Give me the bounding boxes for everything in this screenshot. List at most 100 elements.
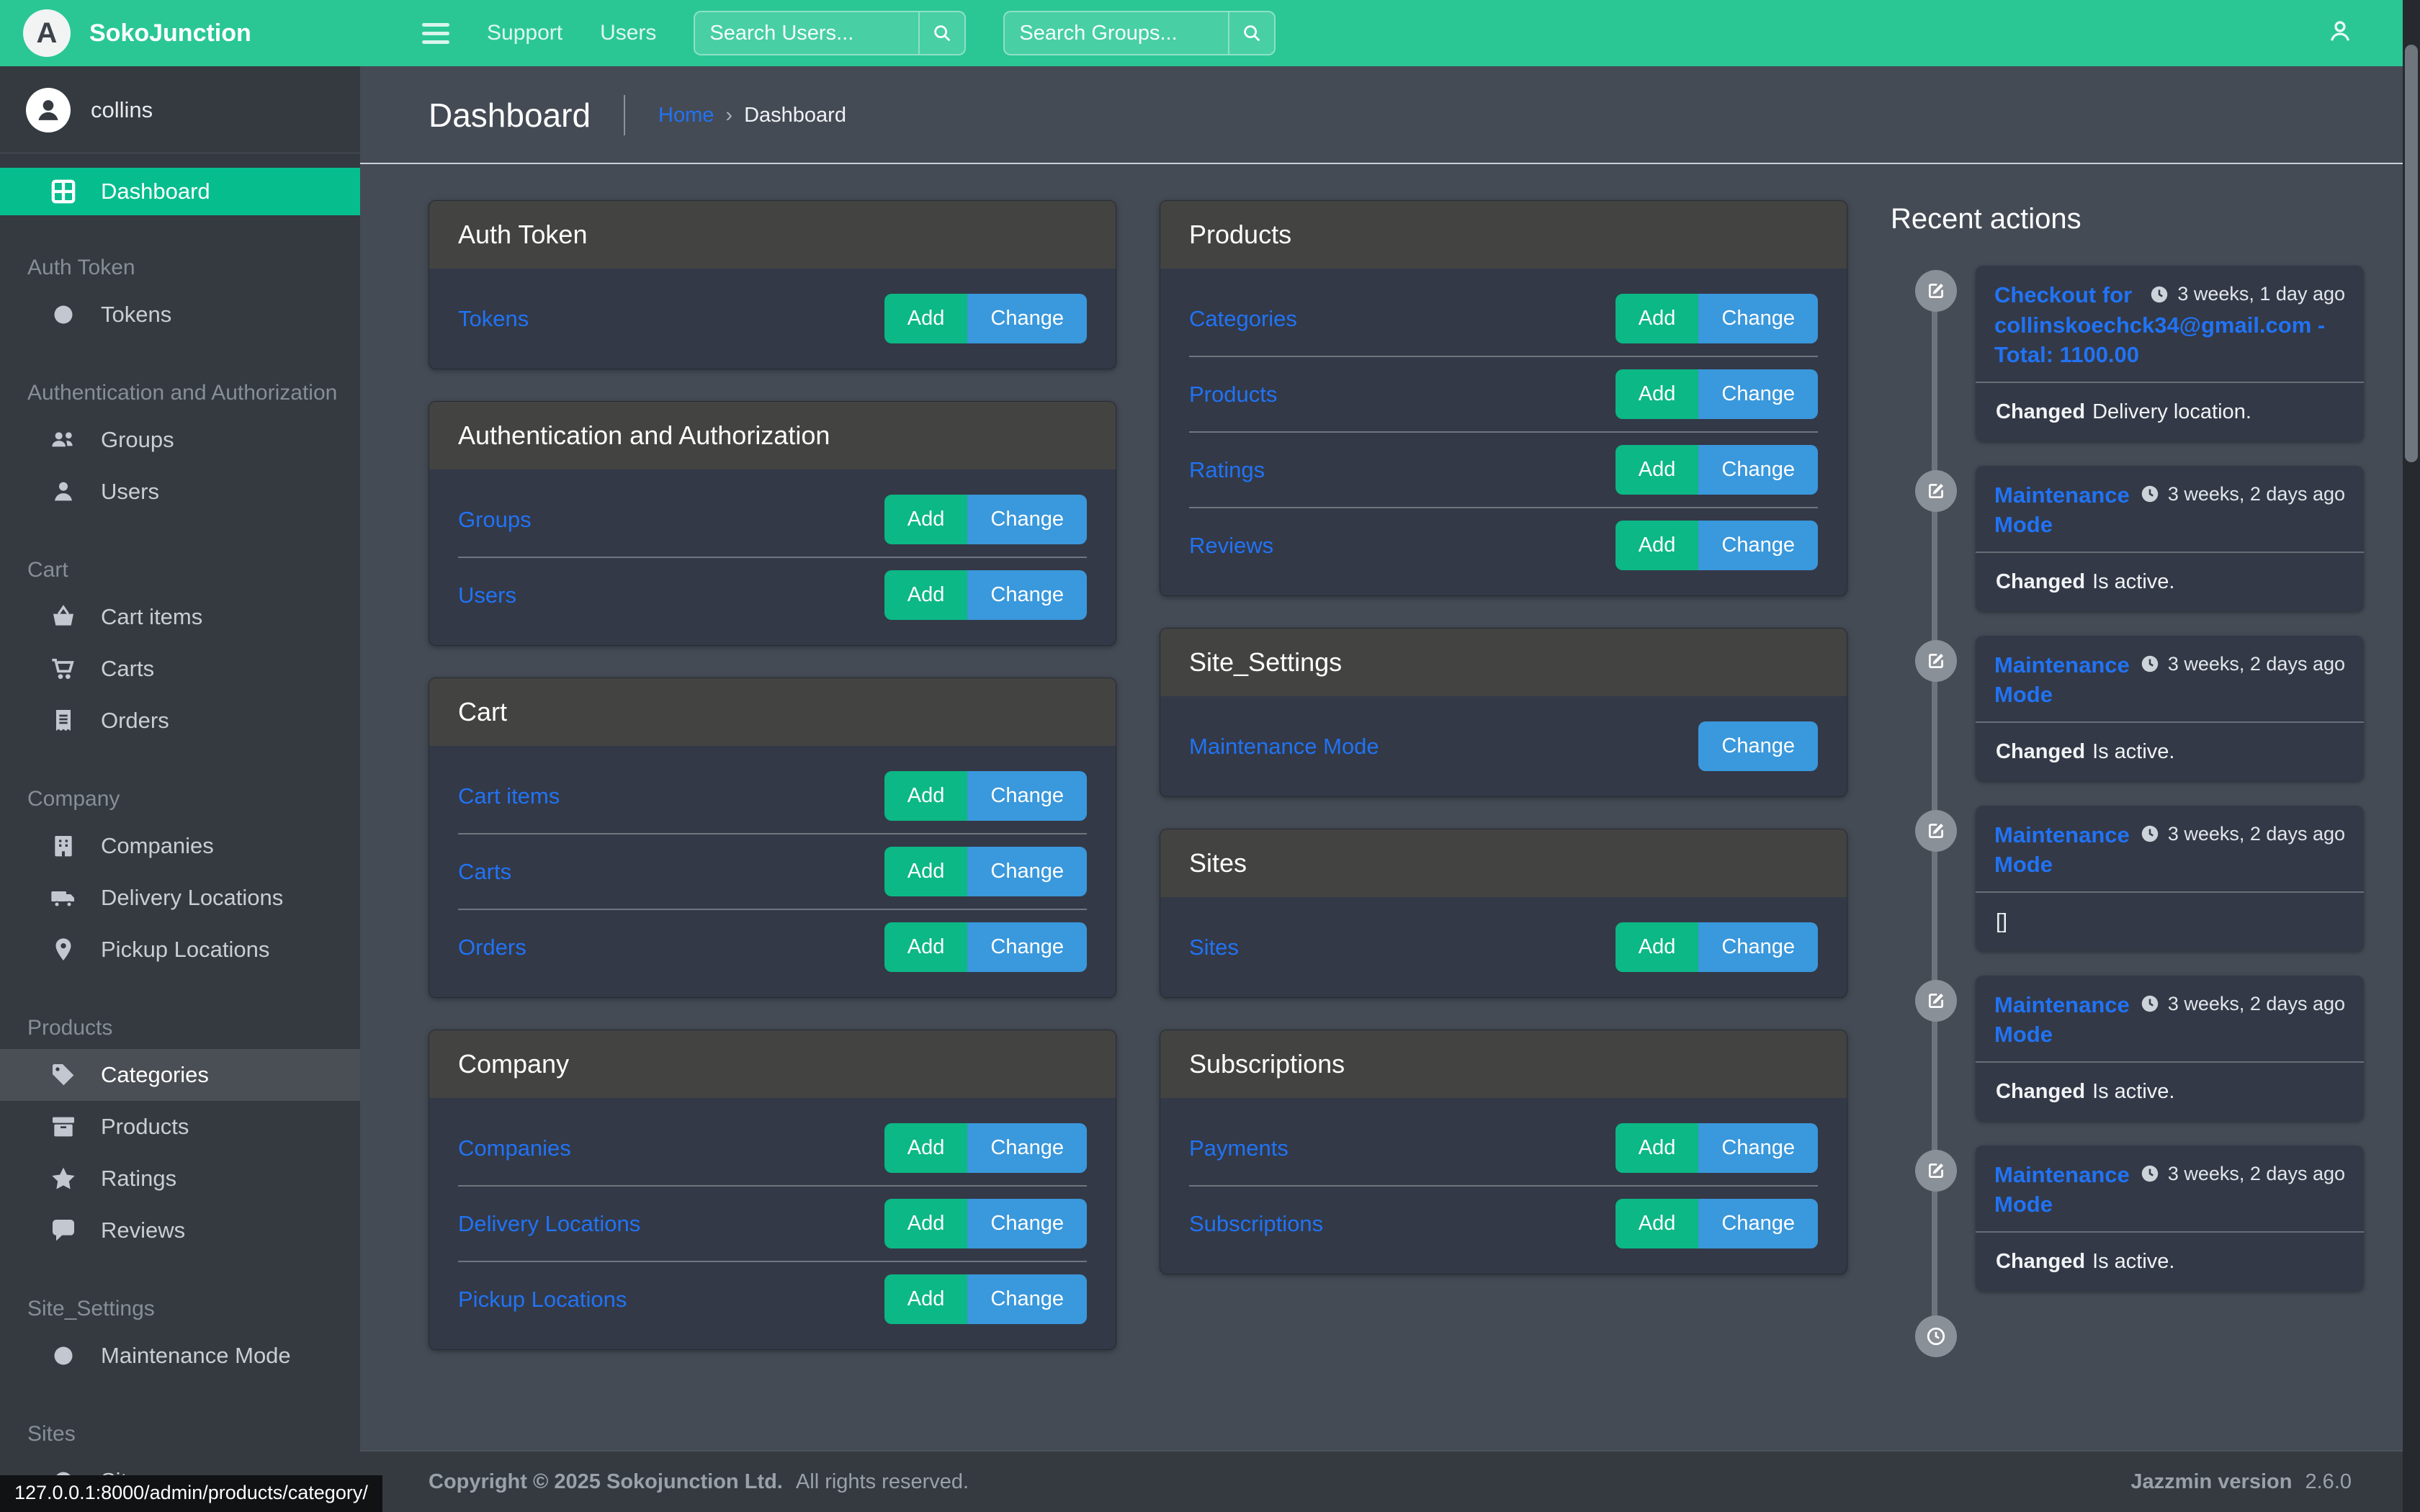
- status-url-bar: 127.0.0.1:8000/admin/products/category/: [0, 1475, 382, 1512]
- model-link-carts[interactable]: Carts: [458, 859, 511, 885]
- model-row: Tokens AddChange: [458, 282, 1087, 356]
- sidebar-item-categories[interactable]: Categories: [0, 1049, 360, 1101]
- change-button-subscriptions[interactable]: Change: [1698, 1199, 1818, 1248]
- model-link-tokens[interactable]: Tokens: [458, 306, 529, 332]
- model-link-maintenance-mode[interactable]: Maintenance Mode: [1189, 734, 1379, 760]
- sidebar-item-ratings[interactable]: Ratings: [0, 1153, 360, 1205]
- add-button-pickup-locations[interactable]: Add: [884, 1274, 968, 1324]
- model-link-categories[interactable]: Categories: [1189, 306, 1297, 332]
- sidebar-item-delivery-locations[interactable]: Delivery Locations: [0, 872, 360, 924]
- sidebar-section-title: Auth Token: [27, 256, 360, 280]
- footer: Copyright © 2025 Sokojunction Ltd. All r…: [360, 1450, 2420, 1512]
- change-button-payments[interactable]: Change: [1698, 1123, 1818, 1173]
- add-button-tokens[interactable]: Add: [884, 294, 968, 343]
- change-button-companies[interactable]: Change: [967, 1123, 1087, 1173]
- add-button-ratings[interactable]: Add: [1615, 445, 1699, 495]
- search-groups-input[interactable]: [1005, 12, 1228, 54]
- recent-action-link[interactable]: Maintenance Mode: [1994, 652, 2130, 708]
- change-button-pickup-locations[interactable]: Change: [967, 1274, 1087, 1324]
- add-button-users[interactable]: Add: [884, 570, 968, 620]
- footer-version-number: 2.6.0: [2305, 1470, 2352, 1493]
- model-link-products[interactable]: Products: [1189, 382, 1277, 408]
- timeline-entry: 3 weeks, 1 day agoCheckout for collinsko…: [1976, 266, 2364, 441]
- sidebar-item-label: Maintenance Mode: [101, 1343, 291, 1369]
- add-button-cart-items[interactable]: Add: [884, 771, 968, 821]
- model-link-payments[interactable]: Payments: [1189, 1135, 1289, 1161]
- sidebar-item-companies[interactable]: Companies: [0, 820, 360, 872]
- card-column-1: Auth TokenTokensAddChangeAuthentication …: [429, 200, 1116, 1382]
- search-users-button[interactable]: [918, 12, 964, 54]
- sidebar-item-dashboard[interactable]: Dashboard: [0, 168, 360, 215]
- brand[interactable]: A SokoJunction: [0, 0, 360, 66]
- search-users-input[interactable]: [695, 12, 918, 54]
- change-button-maintenance-mode[interactable]: Change: [1698, 721, 1818, 771]
- change-button-users[interactable]: Change: [967, 570, 1087, 620]
- sidebar-item-cart-items[interactable]: Cart items: [0, 591, 360, 643]
- add-button-delivery-locations[interactable]: Add: [884, 1199, 968, 1248]
- recent-action-link[interactable]: Maintenance Mode: [1994, 822, 2130, 878]
- sidebar-section-title: Company: [27, 787, 360, 811]
- change-button-delivery-locations[interactable]: Change: [967, 1199, 1087, 1248]
- add-button-orders[interactable]: Add: [884, 922, 968, 972]
- nav-link-support[interactable]: Support: [487, 21, 563, 45]
- change-button-cart-items[interactable]: Change: [967, 771, 1087, 821]
- sidebar-item-users[interactable]: Users: [0, 466, 360, 518]
- avatar: [26, 88, 71, 132]
- sidebar-item-products[interactable]: Products: [0, 1101, 360, 1153]
- nav-link-users[interactable]: Users: [600, 21, 656, 45]
- change-button-products[interactable]: Change: [1698, 369, 1818, 419]
- add-button-groups[interactable]: Add: [884, 495, 968, 544]
- model-link-reviews[interactable]: Reviews: [1189, 533, 1273, 559]
- timeline-entry: 3 weeks, 2 days agoMaintenance ModeChang…: [1976, 1146, 2364, 1291]
- change-button-ratings[interactable]: Change: [1698, 445, 1818, 495]
- breadcrumb-home-link[interactable]: Home: [658, 104, 714, 127]
- recent-action-link[interactable]: Maintenance Mode: [1994, 482, 2130, 538]
- change-button-tokens[interactable]: Change: [967, 294, 1087, 343]
- recent-action-link[interactable]: Maintenance Mode: [1994, 992, 2130, 1048]
- change-button-sites[interactable]: Change: [1698, 922, 1818, 972]
- user-panel[interactable]: collins: [0, 66, 360, 153]
- sidebar-item-groups[interactable]: Groups: [0, 414, 360, 466]
- sidebar-item-reviews[interactable]: Reviews: [0, 1205, 360, 1256]
- model-link-users[interactable]: Users: [458, 582, 516, 608]
- change-button-orders[interactable]: Change: [967, 922, 1087, 972]
- scrollbar-thumb[interactable]: [2405, 45, 2418, 462]
- add-button-payments[interactable]: Add: [1615, 1123, 1699, 1173]
- model-row: Cart items AddChange: [458, 759, 1087, 833]
- add-button-companies[interactable]: Add: [884, 1123, 968, 1173]
- change-button-categories[interactable]: Change: [1698, 294, 1818, 343]
- model-link-pickup-locations[interactable]: Pickup Locations: [458, 1287, 627, 1313]
- model-link-ratings[interactable]: Ratings: [1189, 457, 1265, 483]
- sidebar-item-pickup-locations[interactable]: Pickup Locations: [0, 924, 360, 976]
- menu-toggle-icon[interactable]: [422, 23, 449, 44]
- add-button-sites[interactable]: Add: [1615, 922, 1699, 972]
- model-link-delivery-locations[interactable]: Delivery Locations: [458, 1211, 640, 1237]
- sidebar-item-carts[interactable]: Carts: [0, 643, 360, 695]
- model-link-subscriptions[interactable]: Subscriptions: [1189, 1211, 1323, 1237]
- edit-icon: [1915, 1150, 1957, 1192]
- add-button-subscriptions[interactable]: Add: [1615, 1199, 1699, 1248]
- card-company: CompanyCompaniesAddChangeDelivery Locati…: [429, 1030, 1116, 1350]
- page-title: Dashboard: [429, 96, 591, 135]
- model-link-companies[interactable]: Companies: [458, 1135, 571, 1161]
- sidebar-item-tokens[interactable]: Tokens: [0, 289, 360, 341]
- model-link-orders[interactable]: Orders: [458, 935, 526, 960]
- model-link-sites[interactable]: Sites: [1189, 935, 1239, 960]
- add-button-categories[interactable]: Add: [1615, 294, 1699, 343]
- change-detail: Is active.: [2092, 570, 2174, 593]
- timestamp: 3 weeks, 2 days ago: [2139, 820, 2345, 845]
- model-link-cart-items[interactable]: Cart items: [458, 783, 560, 809]
- add-button-reviews[interactable]: Add: [1615, 521, 1699, 570]
- model-link-groups[interactable]: Groups: [458, 507, 532, 533]
- add-button-carts[interactable]: Add: [884, 847, 968, 896]
- search-groups-button[interactable]: [1228, 12, 1274, 54]
- change-button-reviews[interactable]: Change: [1698, 521, 1818, 570]
- change-button-groups[interactable]: Change: [967, 495, 1087, 544]
- recent-action-link[interactable]: Maintenance Mode: [1994, 1162, 2130, 1218]
- user-menu-icon[interactable]: [2325, 17, 2355, 50]
- sidebar-item-maintenance-mode[interactable]: Maintenance Mode: [0, 1330, 360, 1382]
- footer-copyright-strong: Copyright © 2025 Sokojunction Ltd.: [429, 1470, 783, 1493]
- sidebar-item-orders[interactable]: Orders: [0, 695, 360, 747]
- add-button-products[interactable]: Add: [1615, 369, 1699, 419]
- change-button-carts[interactable]: Change: [967, 847, 1087, 896]
